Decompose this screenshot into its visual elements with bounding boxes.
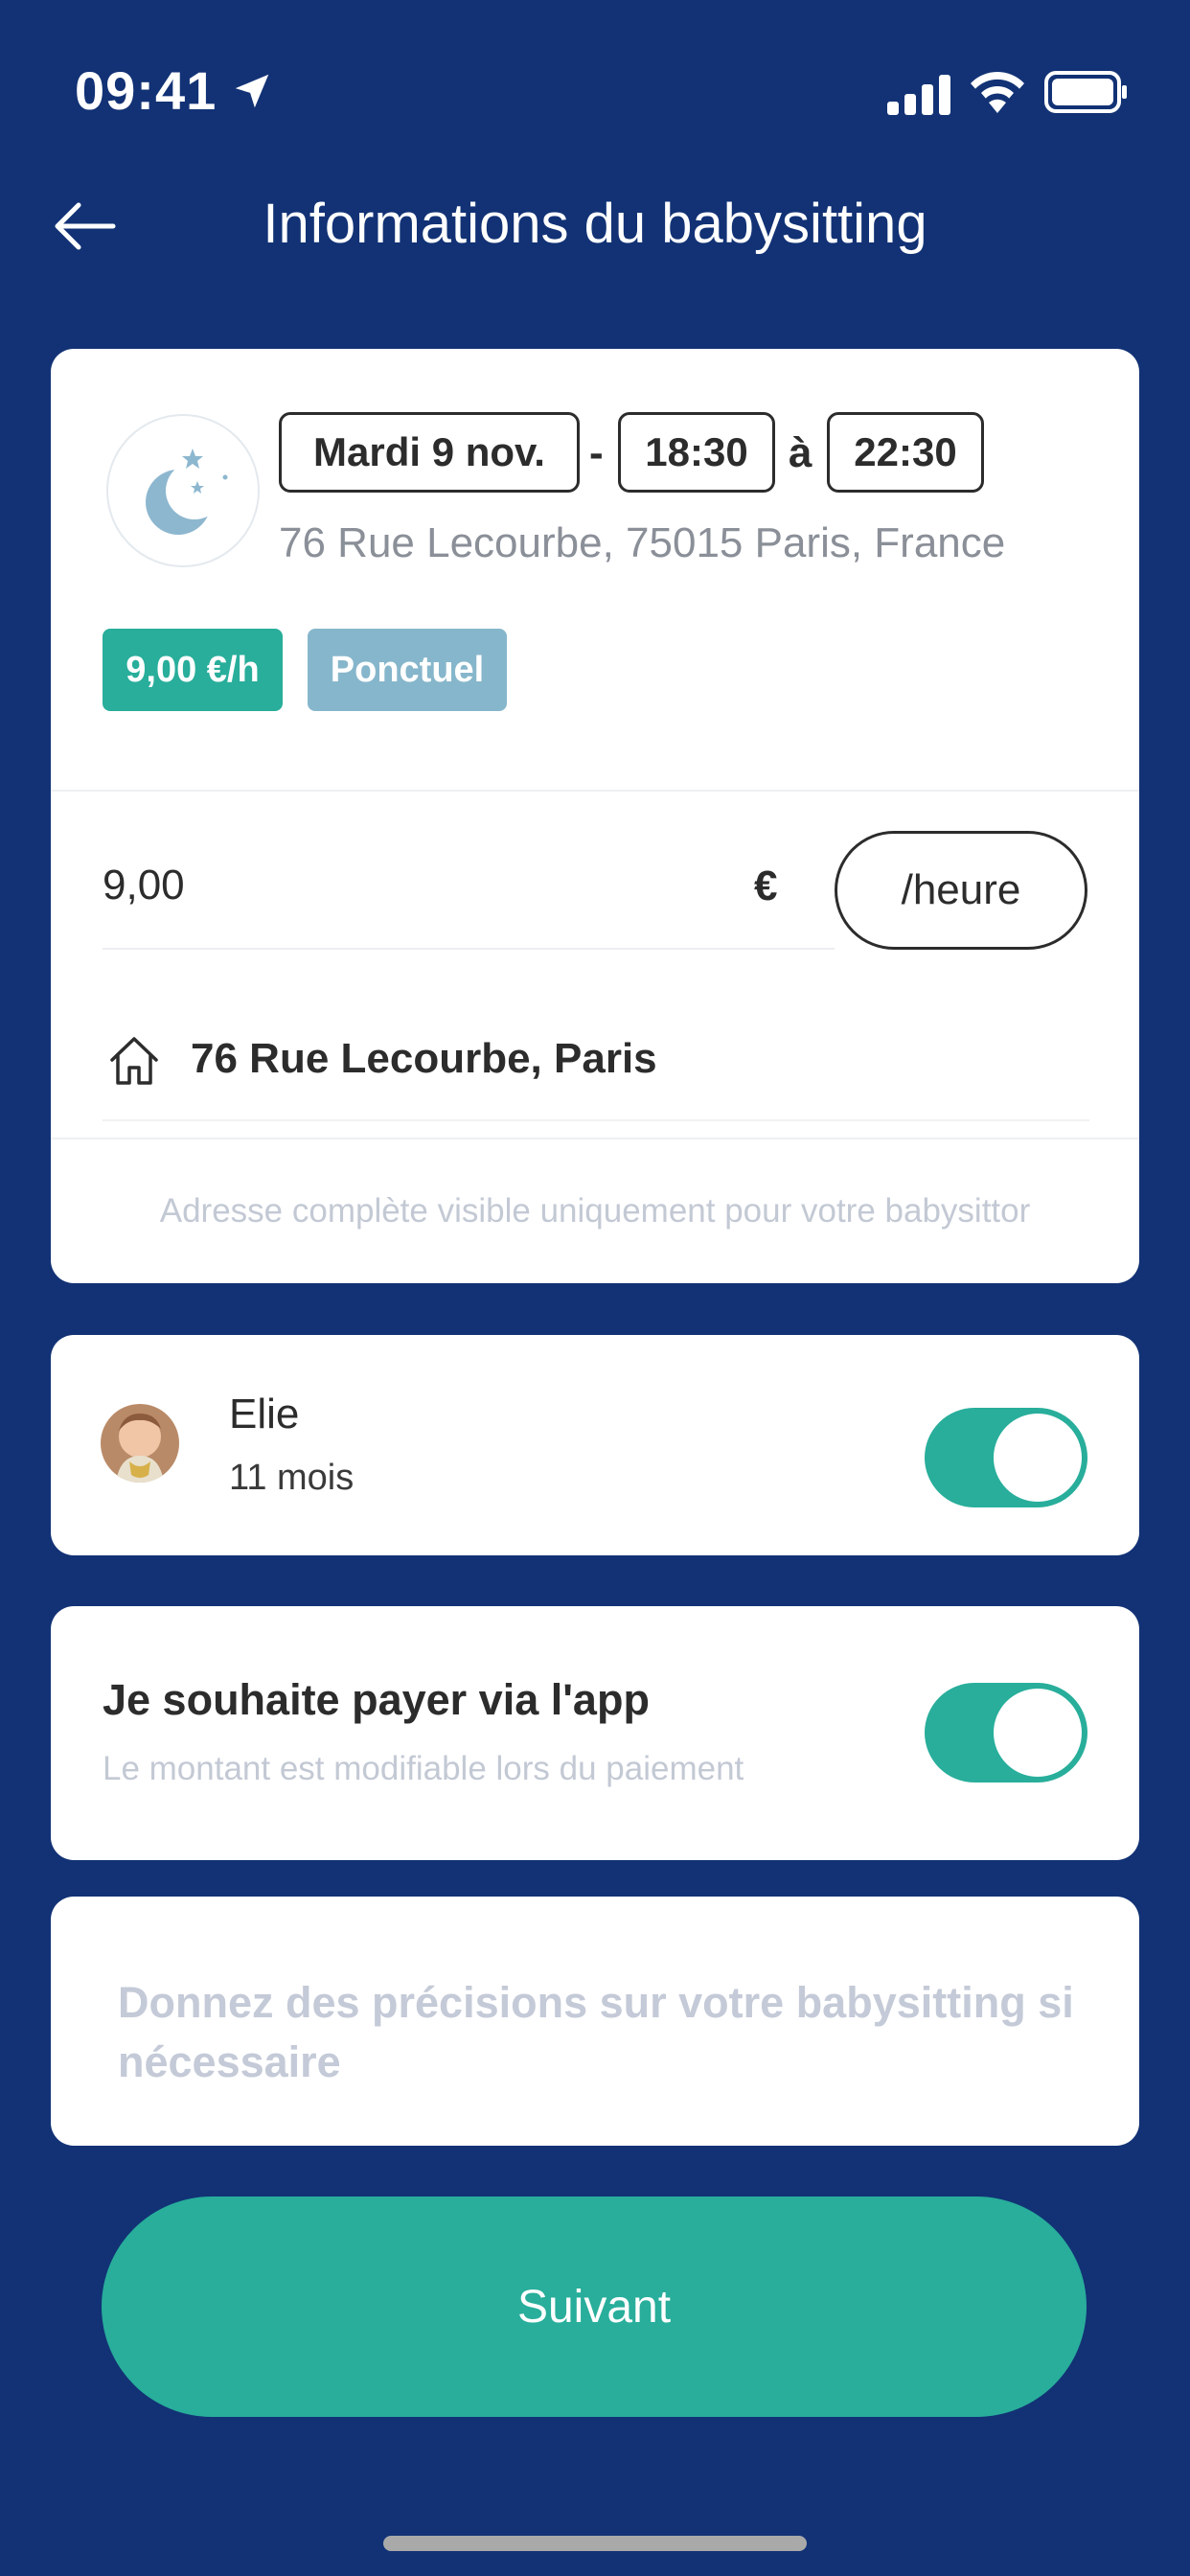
rate-input-underline	[103, 948, 835, 950]
payment-title: Je souhaite payer via l'app	[103, 1675, 650, 1724]
date-time-separator: -	[589, 429, 604, 476]
toggle-knob	[994, 1414, 1082, 1502]
rate-badge: 9,00 €/h	[103, 629, 283, 711]
page-title: Informations du babysitting	[263, 193, 927, 255]
wifi-icon	[971, 72, 1024, 113]
payment-card: Je souhaite payer via l'app Le montant e…	[51, 1606, 1139, 1860]
pay-via-app-toggle[interactable]	[925, 1683, 1087, 1782]
status-time: 09:41	[75, 60, 217, 121]
currency-symbol: €	[754, 862, 778, 909]
booking-address: 76 Rue Lecourbe, 75015 Paris, France	[279, 519, 1006, 566]
toggle-knob	[994, 1689, 1082, 1777]
signal-icon	[887, 75, 950, 115]
frequency-badge: Ponctuel	[308, 629, 507, 711]
battery-icon	[1044, 71, 1127, 113]
status-bar: 09:41	[0, 0, 1190, 182]
booking-card: Mardi 9 nov. - 18:30 à 22:30 76 Rue Leco…	[51, 349, 1139, 1283]
payment-subtitle: Le montant est modifiable lors du paieme…	[103, 1750, 744, 1787]
home-indicator	[383, 2536, 807, 2551]
end-time-picker[interactable]: 22:30	[827, 412, 984, 493]
divider	[51, 790, 1139, 792]
home-icon	[110, 1037, 158, 1085]
hourly-rate-input[interactable]	[103, 857, 779, 914]
time-range-separator: à	[789, 429, 812, 476]
next-button[interactable]: Suivant	[102, 2196, 1087, 2417]
divider	[51, 1138, 1139, 1139]
notes-textarea[interactable]	[118, 1973, 1086, 2107]
rate-unit-button[interactable]: /heure	[835, 831, 1087, 950]
child-avatar	[101, 1404, 179, 1483]
notes-card	[51, 1897, 1139, 2146]
location-arrow-icon	[235, 74, 269, 108]
moon-icon	[106, 414, 260, 567]
start-time-picker[interactable]: 18:30	[618, 412, 775, 493]
home-address[interactable]: 76 Rue Lecourbe, Paris	[191, 1035, 657, 1083]
address-visibility-note: Adresse complète visible uniquement pour…	[159, 1192, 1031, 1230]
child-name: Elie	[229, 1391, 300, 1438]
child-age: 11 mois	[229, 1458, 355, 1498]
address-underline	[103, 1119, 1089, 1121]
child-card: Elie 11 mois	[51, 1335, 1139, 1555]
date-picker[interactable]: Mardi 9 nov.	[279, 412, 580, 493]
child-toggle[interactable]	[925, 1408, 1087, 1507]
